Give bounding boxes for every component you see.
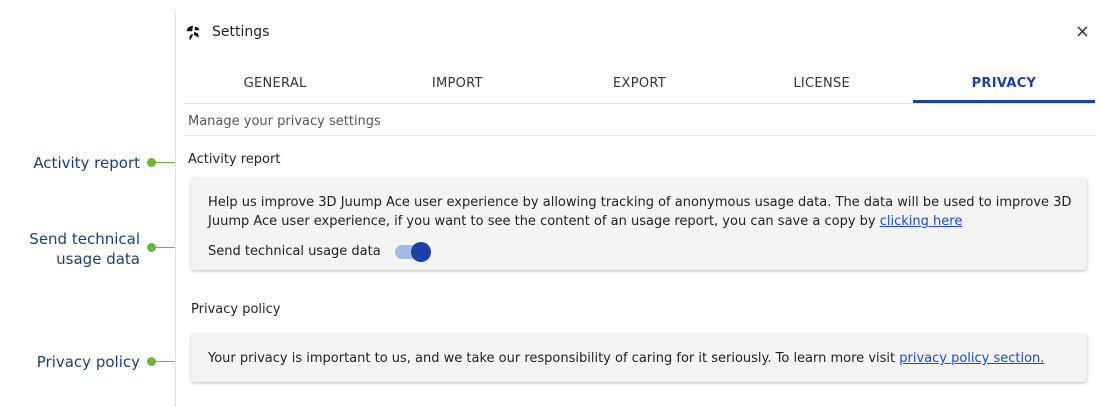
page-subtitle: Manage your privacy settings <box>188 114 381 129</box>
activity-report-heading: Activity report <box>188 152 281 167</box>
privacy-policy-text: Your privacy is important to us, and we … <box>208 349 1076 368</box>
send-usage-row: Send technical usage data <box>208 241 431 262</box>
tab-license[interactable]: LICENSE <box>731 68 913 103</box>
clicking-here-link[interactable]: clicking here <box>880 214 963 229</box>
activity-report-text: Help us improve 3D Juump Ace user experi… <box>208 193 1076 231</box>
tab-general[interactable]: GENERAL <box>184 68 366 103</box>
callout-activity-report: Activity report <box>33 154 140 172</box>
activity-report-card: Help us improve 3D Juump Ace user experi… <box>191 178 1087 270</box>
divider <box>184 135 1095 136</box>
privacy-policy-description: Your privacy is important to us, and we … <box>208 351 900 366</box>
send-usage-label: Send technical usage data <box>208 244 381 259</box>
callout-privacy-policy: Privacy policy <box>36 353 140 371</box>
tab-export[interactable]: EXPORT <box>548 68 730 103</box>
tab-privacy[interactable]: PRIVACY <box>912 68 1096 103</box>
tab-bar: GENERAL IMPORT EXPORT LICENSE PRIVACY <box>184 68 1096 104</box>
toggle-knob <box>410 241 431 262</box>
privacy-policy-link[interactable]: privacy policy section. <box>899 351 1044 366</box>
close-icon[interactable]: × <box>1075 21 1090 43</box>
settings-window: Settings × GENERAL IMPORT EXPORT LICENSE… <box>175 10 1102 407</box>
callout-send-technical-line1: Send technical <box>29 230 140 248</box>
callout-send-technical: Send technical usage data <box>20 229 140 269</box>
callout-send-technical-line2: usage data <box>56 250 140 268</box>
app-logo-icon <box>186 25 200 41</box>
window-title: Settings <box>212 24 270 40</box>
privacy-policy-heading: Privacy policy <box>191 302 281 317</box>
send-usage-toggle[interactable] <box>394 241 431 262</box>
tab-import[interactable]: IMPORT <box>366 68 548 103</box>
privacy-policy-card: Your privacy is important to us, and we … <box>191 334 1087 382</box>
title-bar: Settings × <box>176 10 1102 58</box>
